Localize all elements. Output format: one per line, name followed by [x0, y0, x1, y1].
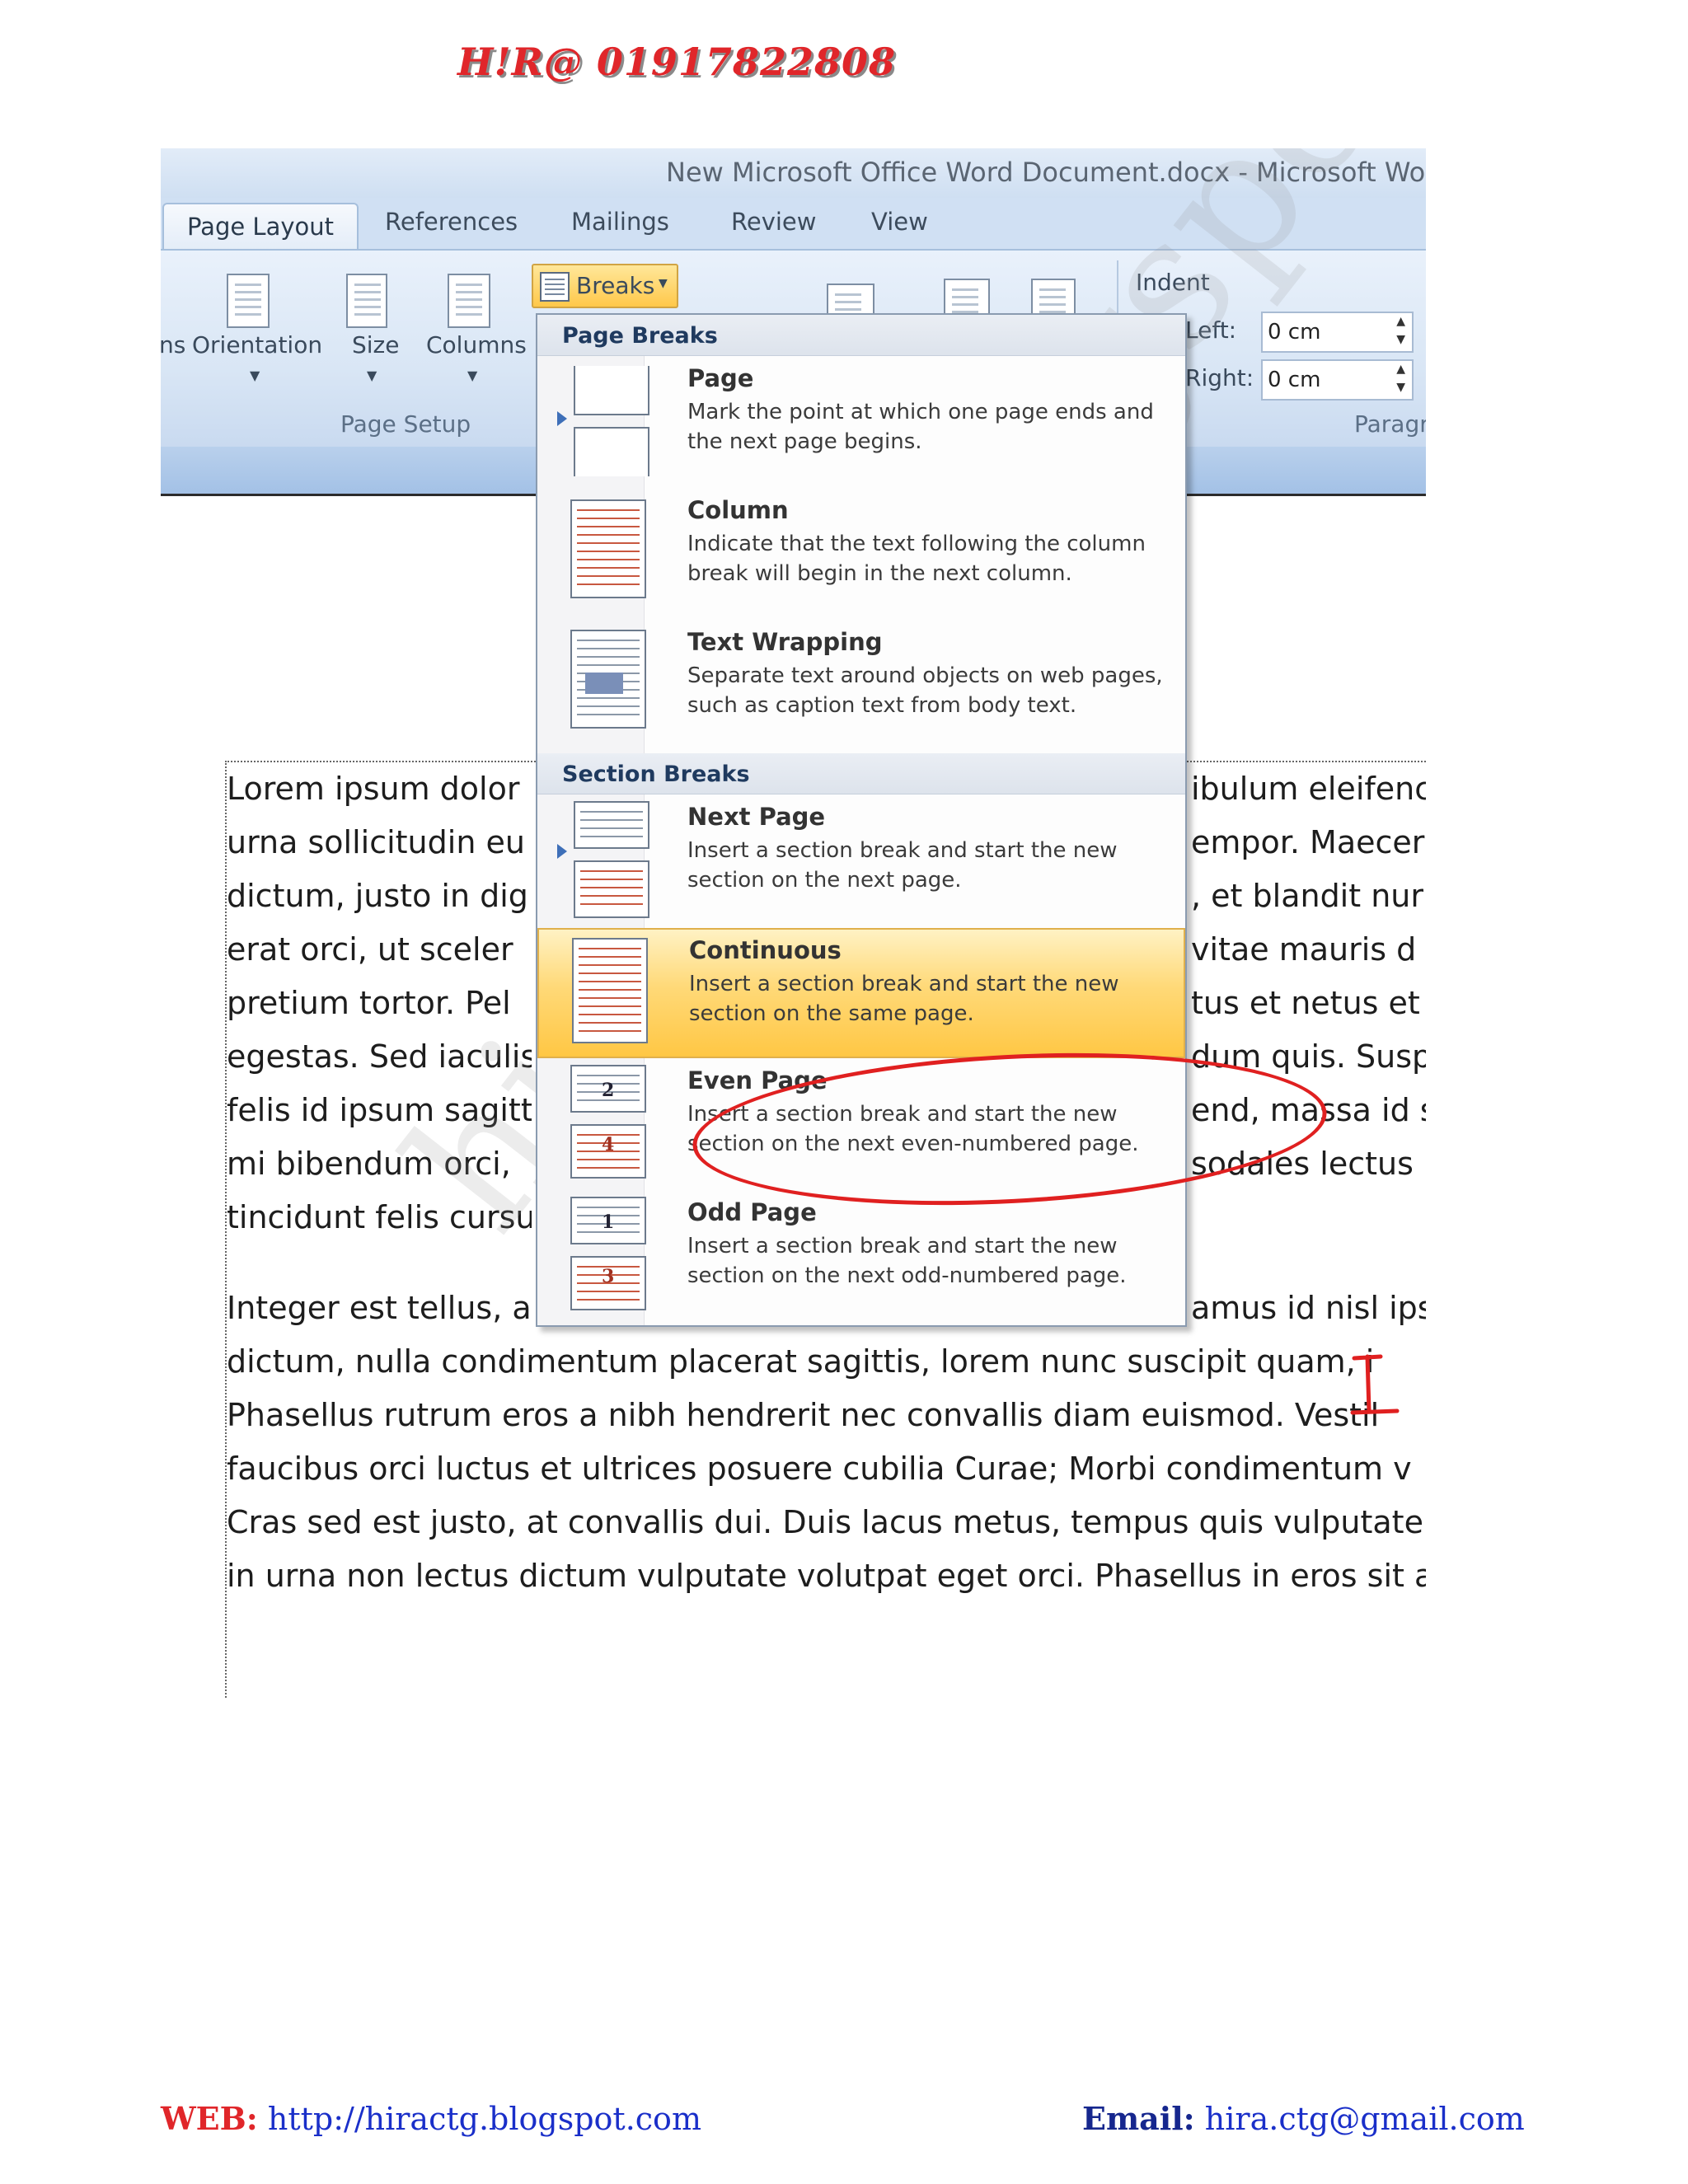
menu-item-continuous[interactable]: Continuous Insert a section break and st… [537, 928, 1185, 1058]
document-line: vitae mauris d [1191, 931, 1417, 968]
breaks-icon [540, 272, 570, 302]
title-bar: New Microsoft Office Word Document.docx … [161, 148, 1426, 198]
odd-page-item-title: Odd Page [687, 1198, 817, 1226]
page-break-top-icon [574, 366, 649, 415]
document-line: faucibus orci luctus et ultrices posuere… [227, 1451, 1412, 1487]
orientation-icon [227, 274, 270, 328]
breaks-label: Breaks [576, 272, 655, 299]
text-wrapping-item-title: Text Wrapping [687, 628, 883, 656]
paragraph-group-label: Paragr [1354, 410, 1426, 438]
menu-item-odd-page[interactable]: 1 3 Odd Page Insert a section break and … [537, 1192, 1185, 1322]
page-setup-group-label: Page Setup [340, 410, 471, 438]
menu-item-next-page[interactable]: Next Page Insert a section break and sta… [537, 796, 1185, 926]
continuous-item-title: Continuous [689, 936, 842, 964]
page-item-title: Page [687, 364, 754, 392]
indent-left-value: 0 cm [1268, 320, 1321, 344]
column-item-desc: Indicate that the text following the col… [687, 532, 1146, 586]
continuous-break-icon [572, 938, 648, 1043]
document-line: dictum, nulla condimentum placerat sagit… [227, 1343, 1375, 1380]
email-link[interactable]: hira.ctg@gmail.com [1205, 2101, 1525, 2137]
word-screenshot: New Microsoft Office Word Document.docx … [161, 148, 1426, 1698]
document-line: , et blandit nur [1191, 878, 1424, 914]
footer-email: Email: hira.ctg@gmail.com [1082, 2100, 1525, 2137]
tab-review[interactable]: Review [731, 208, 816, 236]
document-line: ibulum eleifenc [1191, 771, 1426, 807]
tab-mailings[interactable]: Mailings [571, 208, 669, 236]
chevron-down-icon: ▼ [250, 368, 260, 383]
orientation-button[interactable]: Orientation [192, 331, 322, 359]
document-line: dictum, justo in dig [227, 878, 528, 914]
document-line: tincidunt felis cursu [227, 1199, 532, 1235]
indent-label: Indent [1136, 269, 1210, 296]
menu-item-column[interactable]: Column Indicate that the text following … [537, 490, 1185, 620]
document-line: erat orci, ut sceler [227, 931, 513, 968]
document-line: Phasellus rutrum eros a nibh hendrerit n… [227, 1397, 1380, 1433]
document-line: felis id ipsum sagitt [227, 1092, 532, 1128]
document-line: urna sollicitudin eu [227, 824, 525, 860]
window-title: New Microsoft Office Word Document.docx … [666, 157, 1426, 188]
wrapped-object-icon [585, 673, 623, 694]
document-line: mi bibendum orci, [227, 1146, 511, 1182]
columns-icon [448, 274, 490, 328]
continuous-item-desc: Insert a section break and start the new… [689, 972, 1119, 1026]
column-item-title: Column [687, 496, 789, 524]
page-item-desc: Mark the point at which one page ends an… [687, 400, 1154, 454]
indent-right-label: Right: [1185, 364, 1254, 391]
page-number-4: 4 [602, 1134, 615, 1155]
chevron-down-icon: ▼ [659, 277, 668, 290]
document-line: in urna non lectus dictum vulputate volu… [227, 1558, 1426, 1594]
indent-right-value: 0 cm [1268, 368, 1321, 392]
document-line: pretium tortor. Pel [227, 985, 511, 1021]
spin-down-icon[interactable]: ▼ [1396, 333, 1405, 346]
indent-left-label: Left: [1185, 316, 1237, 344]
size-button[interactable]: Size [352, 331, 399, 359]
web-link[interactable]: http://hiractg.blogspot.com [268, 2101, 701, 2137]
header-contact: H!R@ 01917822808 [457, 40, 896, 84]
arrow-marker-icon [557, 844, 567, 859]
size-icon [346, 274, 387, 328]
text-cursor-icon [1350, 1354, 1400, 1415]
page-number-3: 3 [602, 1266, 615, 1287]
tab-view[interactable]: View [871, 208, 928, 236]
indent-right-field[interactable]: 0 cm ▲ ▼ [1261, 359, 1414, 401]
page-break-bottom-icon [574, 427, 649, 476]
document-line: Cras sed est justo, at convallis dui. Du… [227, 1504, 1423, 1540]
menu-item-text-wrapping[interactable]: Text Wrapping Separate text around objec… [537, 621, 1185, 752]
web-label: WEB: [161, 2100, 258, 2137]
tab-page-layout[interactable]: Page Layout [162, 203, 359, 249]
document-line: Lorem ipsum dolor [227, 771, 520, 807]
tab-references[interactable]: References [385, 208, 518, 236]
document-line: Integer est tellus, a [227, 1290, 532, 1326]
breaks-button[interactable]: Breaks ▼ [532, 264, 678, 308]
next-page-item-desc: Insert a section break and start the new… [687, 838, 1118, 893]
column-break-icon [570, 499, 646, 598]
spin-up-icon[interactable]: ▲ [1396, 315, 1405, 328]
document-line: empor. Maecer [1191, 824, 1425, 860]
margins-button[interactable]: ns [161, 331, 185, 359]
page-breaks-header: Page Breaks [537, 315, 1185, 356]
page-number-2: 2 [602, 1080, 615, 1101]
chevron-down-icon: ▼ [467, 368, 478, 383]
page-number-1: 1 [602, 1212, 615, 1233]
spin-down-icon[interactable]: ▼ [1396, 381, 1405, 394]
menu-item-page[interactable]: Page Mark the point at which one page en… [537, 358, 1185, 488]
email-label: Email: [1082, 2100, 1195, 2137]
section-breaks-header: Section Breaks [537, 753, 1185, 794]
odd-page-item-desc: Insert a section break and start the new… [687, 1234, 1127, 1288]
text-wrapping-item-desc: Separate text around objects on web page… [687, 663, 1163, 718]
next-page-top-icon [574, 801, 649, 849]
arrow-marker-icon [557, 411, 567, 426]
ribbon-tabs: Page Layout References Mailings Review V… [161, 198, 1426, 249]
spin-up-icon[interactable]: ▲ [1396, 363, 1405, 376]
chevron-down-icon: ▼ [367, 368, 377, 383]
columns-button[interactable]: Columns [426, 331, 527, 359]
document-line: amus id nisl ipsu [1191, 1290, 1426, 1326]
document-line: tus et netus et [1191, 985, 1420, 1021]
document-line: egestas. Sed iaculis [227, 1038, 532, 1075]
indent-left-field[interactable]: 0 cm ▲ ▼ [1261, 312, 1414, 353]
footer-web: WEB: http://hiractg.blogspot.com [161, 2100, 701, 2137]
next-page-item-title: Next Page [687, 803, 826, 831]
next-page-bottom-icon [574, 860, 649, 918]
